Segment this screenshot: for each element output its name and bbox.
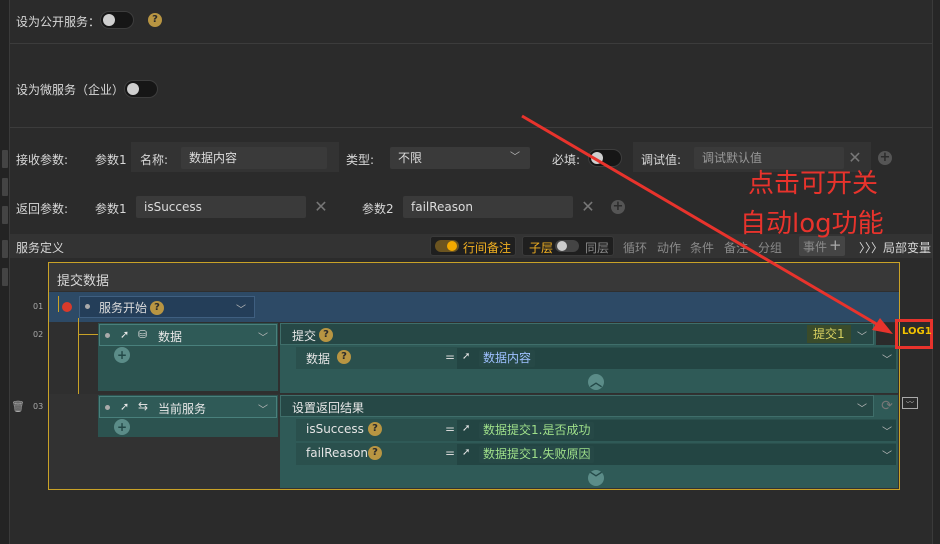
annotation-line2: 自动log功能 (740, 209, 884, 239)
annotation-arrow (521, 114, 893, 334)
annotation-line1: 点击可开关 (748, 169, 879, 199)
